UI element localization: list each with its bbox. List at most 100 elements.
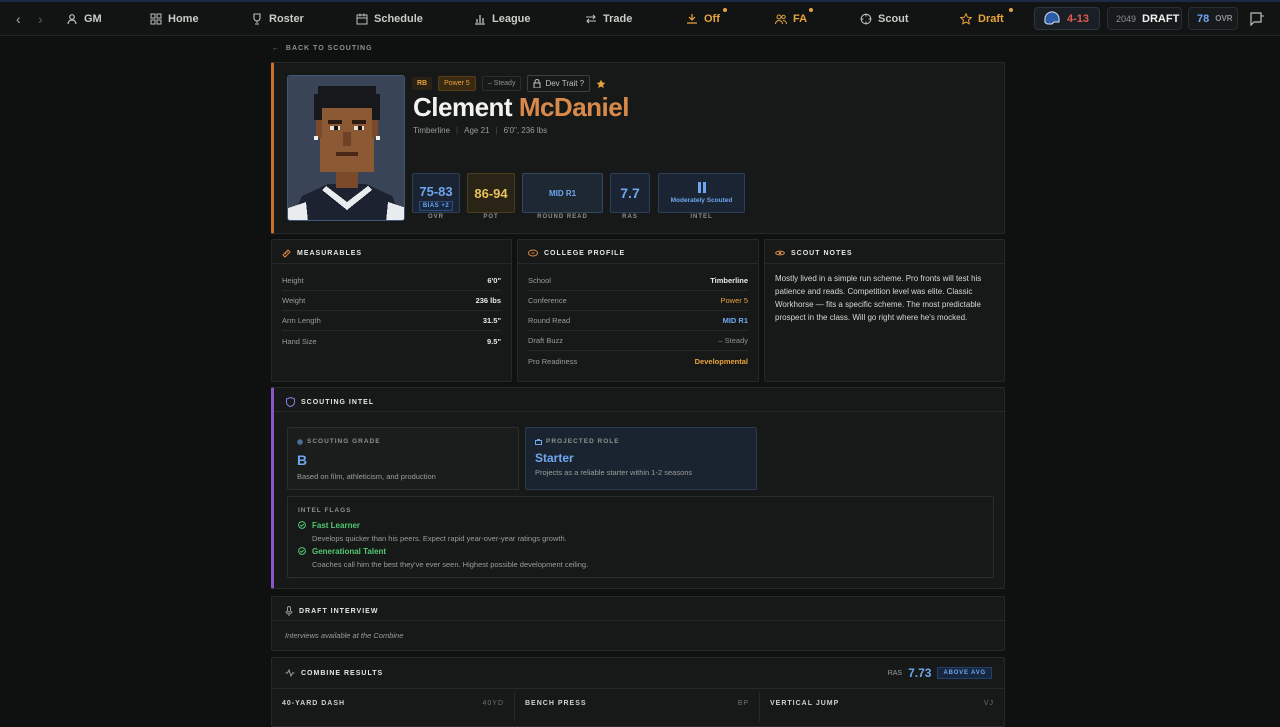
ovr-label: OVR [427, 214, 444, 220]
divider: | [495, 126, 498, 135]
round-read-value: MID R1 [548, 188, 577, 198]
nav-roster[interactable]: Roster [251, 2, 304, 36]
measurable-value: 6'0" [487, 276, 501, 285]
college-key: Draft Buzz [528, 336, 564, 345]
combine-cell-abbr: VJ [983, 700, 994, 707]
back-arrow-icon[interactable]: ‹ [16, 11, 21, 27]
intel-label: INTEL [690, 214, 713, 220]
measurable-row: Weight 236 lbs [282, 291, 501, 311]
intel-flags-label: INTEL FLAGS [298, 507, 352, 514]
scouting-grade-value: B [297, 452, 308, 468]
round-read-box: MID R1 [522, 173, 603, 213]
scouting-grade-desc: Based on film, athleticism, and producti… [297, 472, 436, 481]
intel-flag-title: Generational Talent [312, 547, 387, 556]
college-row: Draft Buzz – Steady [528, 331, 748, 351]
scouting-grade-label: SCOUTING GRADE [307, 438, 381, 445]
projected-role-value: Starter [535, 451, 574, 465]
crosshair-icon [860, 13, 872, 25]
ras-label: RAS [622, 214, 638, 220]
measurable-row: Height 6'0" [282, 271, 501, 291]
scout-notes-panel: SCOUT NOTES Mostly lived in a simple run… [764, 239, 1005, 382]
measurables-panel: MEASURABLES Height 6'0" Weight 236 lbs Arm… [271, 239, 512, 382]
intel-flag-item: Fast Learner Develops quicker than his p… [298, 521, 567, 543]
calendar-icon [356, 13, 368, 25]
nav-home[interactable]: Home [150, 2, 199, 36]
player-bio-line: Timberline | Age 21 | 6'0", 236 lbs [413, 126, 547, 135]
nav-scout-label: Scout [878, 13, 909, 25]
team-ovr-label: OVR [1215, 14, 1233, 23]
nav-scout[interactable]: Scout [860, 2, 909, 36]
player-hero-card: RB Power 5 – Steady Dev Trait ? Clement … [271, 62, 1005, 234]
college-value: Developmental [694, 356, 748, 366]
activity-icon [285, 669, 295, 677]
scouting-grade-card: SCOUTING GRADE B Based on film, athletic… [287, 427, 519, 490]
team-record: 4-13 [1067, 12, 1090, 25]
nav-draft[interactable]: Draft [960, 2, 1004, 36]
ras-box: 7.7 [610, 173, 650, 213]
combine-cell-label: 40-YARD DASH [282, 700, 346, 707]
arrow-left-icon: ← [272, 45, 280, 52]
college-key: Round Read [528, 316, 571, 325]
divider: | [456, 126, 459, 135]
back-link-label: BACK TO SCOUTING [285, 45, 373, 52]
team-record-chip[interactable]: 4-13 [1034, 7, 1100, 30]
user-icon [67, 14, 77, 25]
divider [518, 263, 758, 264]
college-row: Round Read MID R1 [528, 311, 748, 331]
nav-fa[interactable]: FA [775, 2, 807, 36]
projected-role-card: PROJECTED ROLE Starter Projects as a rel… [525, 427, 757, 490]
notification-dot [723, 8, 727, 12]
nav-trade[interactable]: Trade [585, 2, 632, 36]
player-size: 6'0", 236 lbs [503, 126, 548, 135]
back-to-scouting-link[interactable]: ← BACK TO SCOUTING [272, 45, 373, 52]
measurables-title-text: MEASURABLES [297, 250, 363, 257]
combine-ras-label: RAS [887, 669, 903, 677]
player-last-name: McDaniel [518, 92, 630, 122]
favorite-star-icon[interactable] [596, 79, 606, 89]
scouting-grade-header: SCOUTING GRADE [297, 438, 381, 445]
combine-cell-label: BENCH PRESS [525, 700, 587, 707]
combine-cell-label: VERTICAL JUMP [770, 700, 840, 707]
nav-fa-label: FA [793, 13, 808, 25]
scout-notes-text: Mostly lived in a simple run scheme. Pro… [775, 274, 982, 322]
ras-value: 7.7 [620, 185, 640, 201]
bar-chart-icon [475, 15, 485, 25]
nav-league[interactable]: League [474, 2, 531, 36]
intel-box: Moderately Scouted [658, 173, 745, 213]
measurable-key: Height [282, 276, 304, 285]
shield-icon [286, 397, 295, 407]
intel-flag-item: Generational Talent Coaches call him the… [298, 547, 588, 569]
forward-arrow-icon[interactable]: › [38, 11, 43, 27]
dev-trait-label: Dev Trait ? [545, 79, 585, 88]
combine-ras-badge: ABOVE AVG [937, 667, 992, 679]
chat-icon[interactable] [1250, 12, 1265, 26]
notification-dot [809, 8, 813, 12]
briefcase-icon [535, 438, 542, 445]
offseason-icon [687, 14, 697, 24]
ovr-range-box: 75-83 BIAS +2 [412, 173, 460, 213]
pot-label: POT [483, 214, 499, 220]
position-tag: RB [412, 77, 433, 90]
nav-roster-label: Roster [269, 13, 304, 25]
nav-gm[interactable]: GM [66, 2, 102, 36]
college-key: School [528, 276, 551, 285]
player-portrait [287, 75, 405, 221]
projected-role-header: PROJECTED ROLE [535, 438, 620, 445]
lock-icon [533, 79, 541, 88]
nav-offseason[interactable]: Off [686, 2, 720, 36]
draft-interview-panel: DRAFT INTERVIEW Interviews available at … [271, 596, 1005, 651]
draft-year-chip[interactable]: 2049 DRAFT [1107, 7, 1182, 30]
combine-results-title: COMBINE RESULTS [285, 669, 383, 677]
eye-icon [775, 250, 785, 256]
nav-offseason-label: Off [704, 13, 720, 25]
users-icon [775, 14, 787, 25]
college-title-text: COLLEGE PROFILE [544, 249, 626, 257]
team-ovr-chip[interactable]: 78 OVR [1188, 7, 1238, 30]
combine-cell-vertical: VERTICAL JUMP VJ [760, 692, 1004, 722]
top-nav-bar: ‹ › GM Home Roster Schedule League Trade… [0, 0, 1280, 36]
college-row: Pro Readiness Developmental [528, 351, 748, 371]
check-circle-icon [298, 547, 306, 555]
nav-schedule[interactable]: Schedule [356, 2, 423, 36]
dev-trait-button[interactable]: Dev Trait ? [527, 75, 591, 92]
grid-icon [150, 13, 162, 25]
